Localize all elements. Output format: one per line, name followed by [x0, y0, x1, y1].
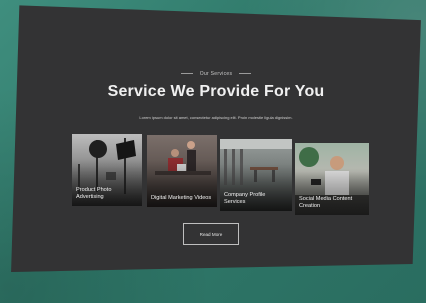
service-card-label: Digital Marketing Videos: [151, 194, 212, 201]
service-cards: Product Photo Advertising Digital Market…: [65, 134, 375, 215]
services-section: Our Services Service We Provide For You …: [11, 5, 421, 272]
service-card-digital-marketing[interactable]: Digital Marketing Videos: [147, 135, 217, 207]
eyebrow-text: Our Services: [199, 71, 233, 77]
read-more-button[interactable]: Read More: [183, 223, 239, 245]
service-card-label: Social Media Content Creation: [299, 196, 353, 209]
section-eyebrow: Our Services: [11, 71, 421, 77]
service-card-company-profile[interactable]: Company Profile Services: [220, 139, 292, 211]
services-screen: Our Services Service We Provide For You …: [11, 5, 421, 272]
service-card-social-media[interactable]: Social Media Content Creation: [295, 143, 369, 215]
eyebrow-line-left: [181, 73, 194, 75]
service-card-label: Product Photo Advertising: [76, 187, 112, 200]
service-card-product-photo[interactable]: Product Photo Advertising: [72, 134, 142, 206]
eyebrow-line-right: [238, 73, 251, 75]
section-title: Service We Provide For You: [107, 83, 325, 100]
service-card-label: Company Profile Services: [224, 192, 266, 205]
section-subtitle: Lorem ipsum dolor sit amet, consectetur …: [139, 115, 293, 120]
